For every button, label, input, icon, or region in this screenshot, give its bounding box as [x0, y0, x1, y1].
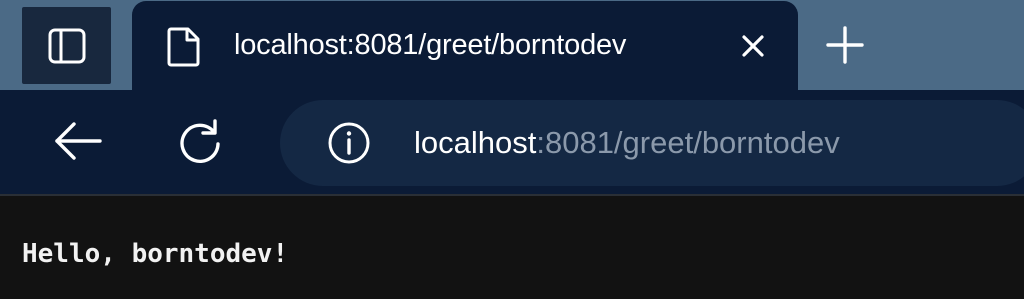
arrow-left-icon[interactable] [52, 120, 104, 162]
active-tab[interactable]: localhost:8081/greet/borntodev [132, 1, 798, 90]
url-path: :8081/greet/borntodev [536, 125, 840, 160]
navigation-toolbar: localhost:8081/greet/borntodev [0, 90, 1024, 194]
sidebar-panel-icon [48, 28, 85, 63]
plus-icon[interactable] [820, 22, 870, 68]
info-icon[interactable] [327, 121, 371, 165]
sidebar-toggle-button[interactable] [22, 7, 111, 84]
close-icon[interactable] [736, 29, 770, 63]
url-host: localhost [414, 125, 537, 160]
document-icon [167, 27, 200, 67]
tab-strip: localhost:8081/greet/borntodev [0, 0, 1024, 90]
greeting-text: Hello, borntodev! [22, 239, 289, 269]
page-content: Hello, borntodev! [0, 196, 1024, 299]
url-text[interactable]: localhost:8081/greet/borntodev [414, 124, 840, 162]
tab-title: localhost:8081/greet/borntodev [234, 29, 627, 61]
address-bar[interactable]: localhost:8081/greet/borntodev [280, 100, 1024, 186]
refresh-icon[interactable] [174, 118, 226, 166]
